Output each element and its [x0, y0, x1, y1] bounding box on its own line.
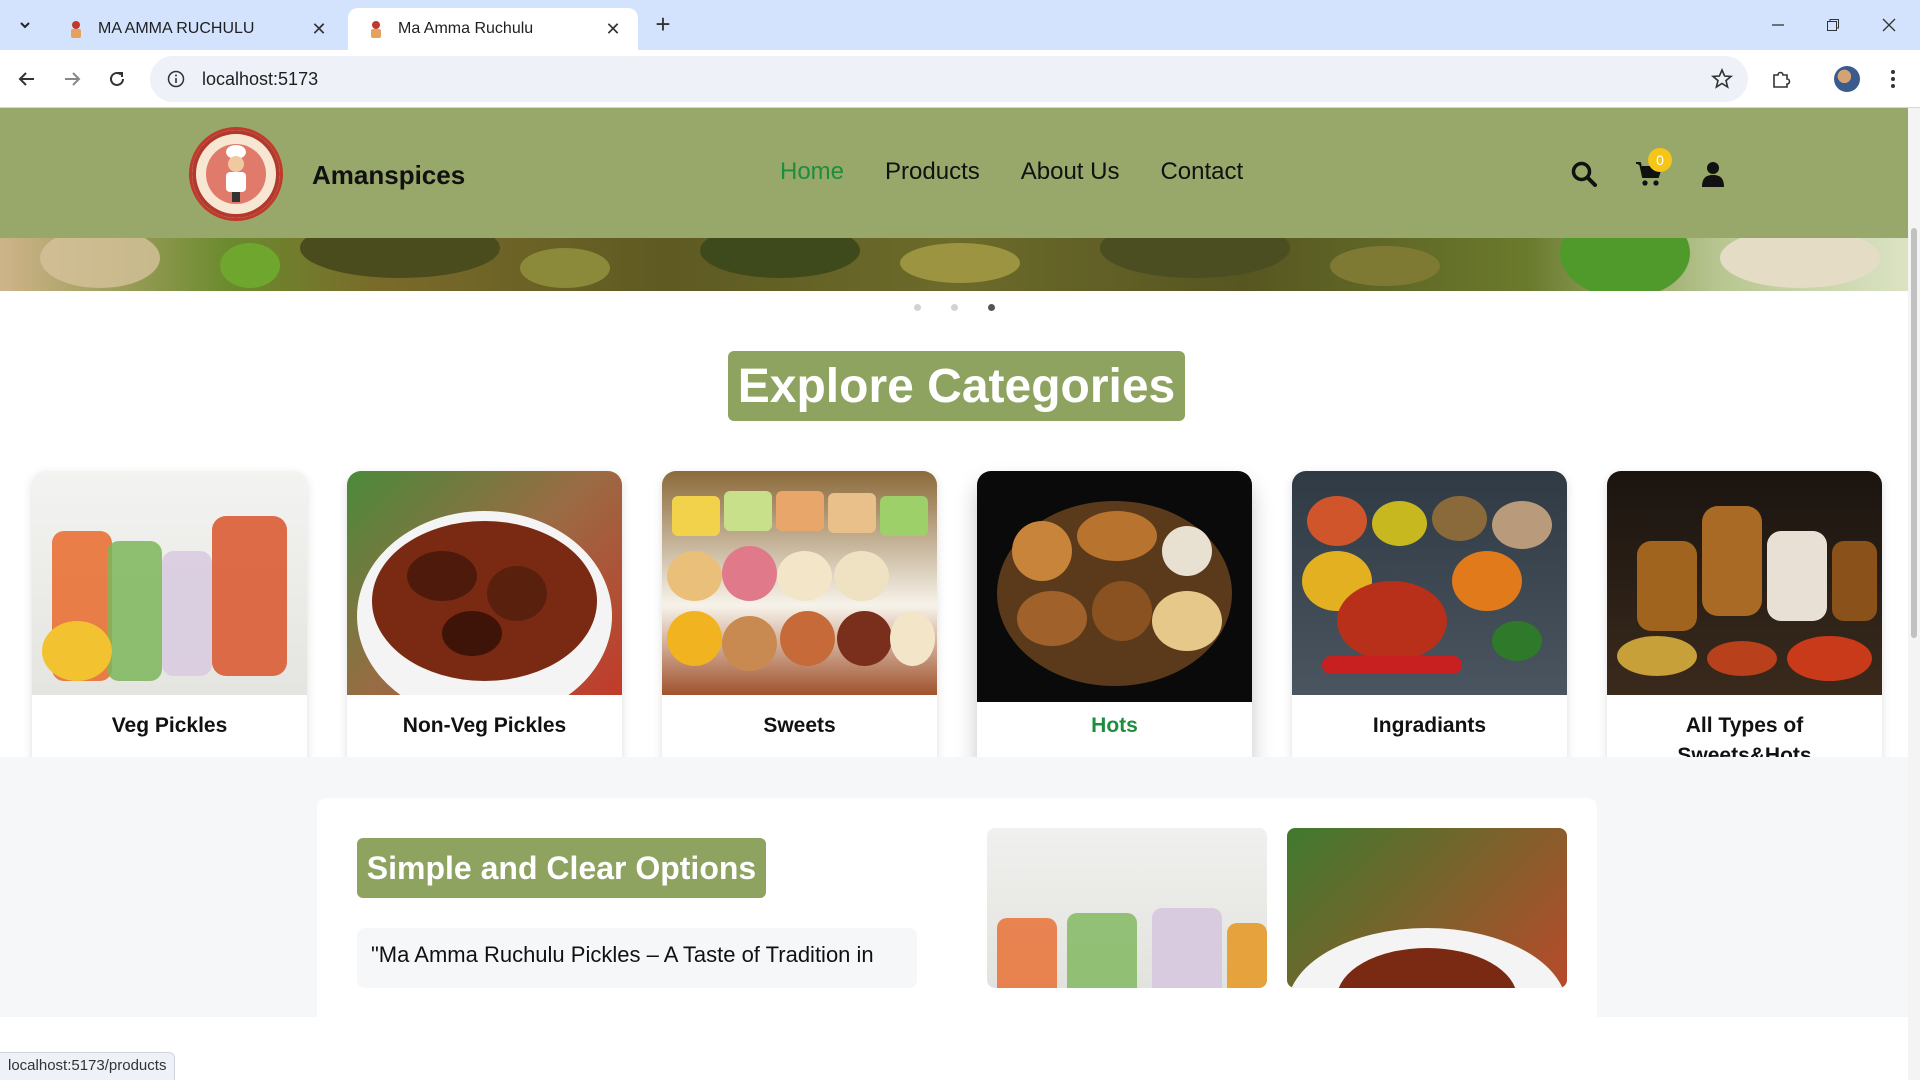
- user-icon: [1702, 162, 1724, 187]
- site-favicon-icon: [371, 21, 381, 38]
- cart-count-badge: 0: [1648, 148, 1672, 172]
- new-tab-button[interactable]: +: [650, 11, 676, 38]
- section-title: Explore Categories: [728, 351, 1185, 421]
- main-navigation: Home Products About Us Contact: [780, 158, 1243, 186]
- category-label: Veg Pickles: [111, 714, 228, 737]
- ingradiants-image: [1292, 471, 1567, 695]
- options-quote: "Ma Amma Ruchulu Pickles – A Taste of Tr…: [357, 928, 917, 988]
- url-text: localhost:5173: [202, 68, 319, 89]
- brand-name[interactable]: Amanspices: [312, 160, 465, 191]
- restore-icon: [1827, 19, 1839, 31]
- scrollbar-thumb[interactable]: [1911, 228, 1917, 638]
- account-button[interactable]: [1697, 158, 1729, 190]
- minimize-icon: [1772, 24, 1784, 26]
- category-card-sweets[interactable]: Sweets: [662, 471, 937, 795]
- category-card-ingradiants[interactable]: Ingradiants: [1292, 471, 1567, 795]
- nav-products[interactable]: Products: [885, 158, 980, 186]
- tab-title: Ma Amma Ruchulu: [398, 20, 534, 37]
- close-tab-icon[interactable]: ✕: [308, 18, 330, 40]
- all-types-image: [1607, 471, 1882, 695]
- hero-carousel-image[interactable]: [0, 238, 1908, 291]
- category-card-veg-pickles[interactable]: Veg Pickles: [32, 471, 307, 795]
- extensions-button[interactable]: [1764, 62, 1798, 96]
- page-scrollbar[interactable]: [1908, 108, 1920, 1080]
- category-list: Veg Pickles Non-Veg Pickles Sweets Hots …: [32, 471, 1882, 795]
- carousel-indicators: [914, 304, 995, 311]
- site-info-icon[interactable]: [164, 67, 188, 91]
- carousel-dot[interactable]: [951, 304, 958, 311]
- page-viewport: Amanspices Home Products About Us Contac…: [0, 108, 1908, 1080]
- puzzle-icon: [1773, 71, 1791, 88]
- category-label: Ingradiants: [1372, 714, 1487, 737]
- carousel-dot-active[interactable]: [988, 304, 995, 311]
- avatar: [1834, 66, 1860, 92]
- forward-arrow-icon: [65, 72, 81, 86]
- tab-search-button[interactable]: [10, 10, 40, 40]
- hots-image: [977, 471, 1252, 702]
- close-tab-icon[interactable]: ✕: [602, 18, 624, 40]
- more-vertical-icon: [1891, 70, 1895, 88]
- site-favicon-icon: [71, 21, 81, 38]
- brand-logo[interactable]: [189, 127, 283, 221]
- address-bar[interactable]: localhost:5173: [150, 56, 1748, 102]
- minimize-button[interactable]: [1755, 8, 1801, 42]
- search-icon: [1571, 161, 1597, 187]
- browser-tab-bar: MA AMMA RUCHULU ✕ Ma Amma Ruchulu ✕ +: [0, 0, 1920, 50]
- category-label: Sweets: [763, 714, 836, 737]
- chef-logo-icon: [192, 130, 280, 218]
- category-card-all-types[interactable]: All Types of Sweets&Hots: [1607, 471, 1882, 795]
- back-arrow-icon: [18, 72, 34, 86]
- chevron-down-icon: [20, 22, 30, 29]
- nav-about-us[interactable]: About Us: [1021, 158, 1120, 186]
- search-button[interactable]: [1568, 158, 1600, 190]
- restore-button[interactable]: [1810, 8, 1856, 42]
- veg-pickles-image: [32, 471, 307, 695]
- close-window-button[interactable]: [1866, 8, 1912, 42]
- nav-contact[interactable]: Contact: [1160, 158, 1243, 186]
- bookmark-star-icon[interactable]: [1710, 67, 1734, 91]
- carousel-dot[interactable]: [914, 304, 921, 311]
- browser-toolbar: localhost:5173: [0, 50, 1920, 108]
- nav-home[interactable]: Home: [780, 158, 844, 186]
- sweets-image: [662, 471, 937, 695]
- status-bar-url: localhost:5173/products: [0, 1052, 176, 1080]
- reload-button[interactable]: [100, 62, 134, 96]
- options-image-veg: [987, 828, 1267, 988]
- profile-button[interactable]: [1830, 62, 1864, 96]
- options-title: Simple and Clear Options: [357, 838, 766, 898]
- browser-menu-button[interactable]: [1876, 62, 1910, 96]
- tab-title: MA AMMA RUCHULU: [98, 20, 255, 37]
- site-header: Amanspices Home Products About Us Contac…: [0, 108, 1908, 238]
- back-button[interactable]: [10, 62, 44, 96]
- non-veg-pickles-image: [347, 471, 622, 695]
- category-card-hots[interactable]: Hots: [977, 471, 1252, 795]
- close-icon: [1882, 18, 1896, 32]
- reload-icon: [110, 71, 124, 86]
- category-card-non-veg-pickles[interactable]: Non-Veg Pickles: [347, 471, 622, 795]
- forward-button[interactable]: [55, 62, 89, 96]
- browser-tab[interactable]: MA AMMA RUCHULU ✕: [48, 8, 344, 50]
- browser-tab-active[interactable]: Ma Amma Ruchulu ✕: [348, 8, 638, 50]
- category-label: Hots: [1091, 714, 1138, 737]
- options-image-non-veg: [1287, 828, 1567, 988]
- category-label: Non-Veg Pickles: [402, 714, 567, 737]
